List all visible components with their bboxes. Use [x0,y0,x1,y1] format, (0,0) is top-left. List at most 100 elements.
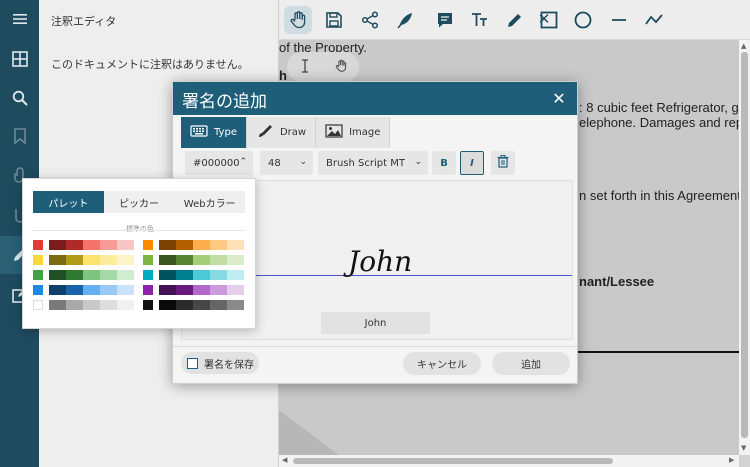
close-icon[interactable]: ✕ [549,88,569,108]
color-swatch[interactable] [66,285,83,295]
color-swatch[interactable] [100,300,117,310]
bold-button[interactable]: B [432,151,456,175]
color-swatch[interactable] [83,240,100,250]
color-swatch[interactable] [100,285,117,295]
color-swatch[interactable] [49,285,66,295]
color-swatch[interactable] [227,270,244,280]
color-swatch[interactable] [143,240,153,250]
menu-icon[interactable] [0,0,39,38]
color-swatch[interactable] [66,255,83,265]
tab-draw[interactable]: Draw [246,117,317,148]
font-size-dropdown[interactable]: 48 ⌄ [260,151,313,175]
color-swatch[interactable] [33,240,43,250]
cancel-button[interactable]: キャンセル [403,352,481,375]
color-swatch[interactable] [66,270,83,280]
rectangle-icon[interactable] [535,6,563,34]
polyline-icon[interactable] [640,6,668,34]
color-swatch[interactable] [193,255,210,265]
hand-icon[interactable] [334,59,348,76]
color-swatch[interactable] [33,270,43,280]
color-swatch[interactable] [159,300,176,310]
color-swatch[interactable] [176,255,193,265]
color-swatch[interactable] [117,285,134,295]
color-swatch[interactable] [83,255,100,265]
circle-icon[interactable] [569,6,597,34]
grid-icon[interactable] [0,40,39,78]
color-swatch[interactable] [193,270,210,280]
color-swatch[interactable] [83,300,100,310]
color-swatch[interactable] [66,240,83,250]
checkbox-box[interactable] [187,357,198,369]
color-swatch[interactable] [143,285,153,295]
color-swatch[interactable] [117,240,134,250]
color-swatch[interactable] [100,240,117,250]
color-swatch[interactable] [159,270,176,280]
italic-button[interactable]: I [460,151,484,175]
feather-pen-icon[interactable] [391,6,419,34]
save-signature-checkbox[interactable]: 署名を保存 [181,352,259,374]
color-swatch[interactable] [210,240,227,250]
color-swatch[interactable] [193,300,210,310]
color-swatch[interactable] [227,285,244,295]
color-swatch[interactable] [49,255,66,265]
horizontal-scroll-thumb[interactable] [293,458,613,464]
color-swatch[interactable] [176,300,193,310]
color-swatch[interactable] [117,300,134,310]
color-swatch[interactable] [210,270,227,280]
color-swatch[interactable] [227,255,244,265]
color-swatch[interactable] [227,300,244,310]
share-icon[interactable] [356,6,384,34]
pen-icon[interactable] [501,6,529,34]
color-swatch[interactable] [210,300,227,310]
color-swatch[interactable] [210,285,227,295]
font-family-dropdown[interactable]: Brush Script MT ⌄ [318,151,428,175]
vertical-scrollbar[interactable]: ▲ ▼ [739,40,750,455]
color-swatch[interactable] [176,270,193,280]
scroll-down-icon[interactable]: ▼ [741,444,746,452]
color-swatch[interactable] [33,285,43,295]
color-swatch[interactable] [176,240,193,250]
add-button[interactable]: 追加 [492,352,570,375]
horizontal-scrollbar[interactable]: ◀ ▶ [279,455,739,467]
hand-icon[interactable] [284,6,312,34]
save-icon[interactable] [320,6,348,34]
color-swatch[interactable] [227,240,244,250]
color-swatch[interactable] [117,270,134,280]
text-size-icon[interactable] [466,6,494,34]
color-swatch[interactable] [49,270,66,280]
color-swatch[interactable] [66,300,83,310]
color-swatch[interactable] [49,240,66,250]
color-swatch[interactable] [100,255,117,265]
bookmark-icon[interactable] [0,117,39,155]
color-swatch[interactable] [49,300,66,310]
delete-button[interactable] [491,151,515,175]
tab-type[interactable]: Type [181,117,247,148]
tab-web-colors[interactable]: Webカラー [174,191,246,213]
color-swatch[interactable] [143,255,153,265]
line-icon[interactable] [605,6,633,34]
color-swatch[interactable] [33,300,43,310]
color-swatch[interactable] [143,300,153,310]
comment-icon[interactable] [431,6,459,34]
tab-image[interactable]: Image [316,117,391,148]
color-swatch[interactable] [159,285,176,295]
text-cursor-icon[interactable] [299,58,311,76]
signature-name-input[interactable]: John [321,312,430,334]
color-swatch[interactable] [100,270,117,280]
color-swatch[interactable] [83,270,100,280]
color-dropdown[interactable]: #000000 ⌃ [185,151,253,175]
color-swatch[interactable] [159,255,176,265]
color-swatch[interactable] [193,240,210,250]
search-icon[interactable] [0,79,39,117]
color-swatch[interactable] [193,285,210,295]
color-swatch[interactable] [210,255,227,265]
vertical-scroll-thumb[interactable] [741,52,748,438]
color-swatch[interactable] [176,285,193,295]
scroll-left-icon[interactable]: ◀ [282,456,287,464]
color-swatch[interactable] [159,240,176,250]
tab-palette[interactable]: パレット [33,191,104,213]
color-swatch[interactable] [33,255,43,265]
scroll-right-icon[interactable]: ▶ [729,456,734,464]
tab-picker[interactable]: ピッカー [103,191,175,213]
scroll-up-icon[interactable]: ▲ [741,42,746,50]
